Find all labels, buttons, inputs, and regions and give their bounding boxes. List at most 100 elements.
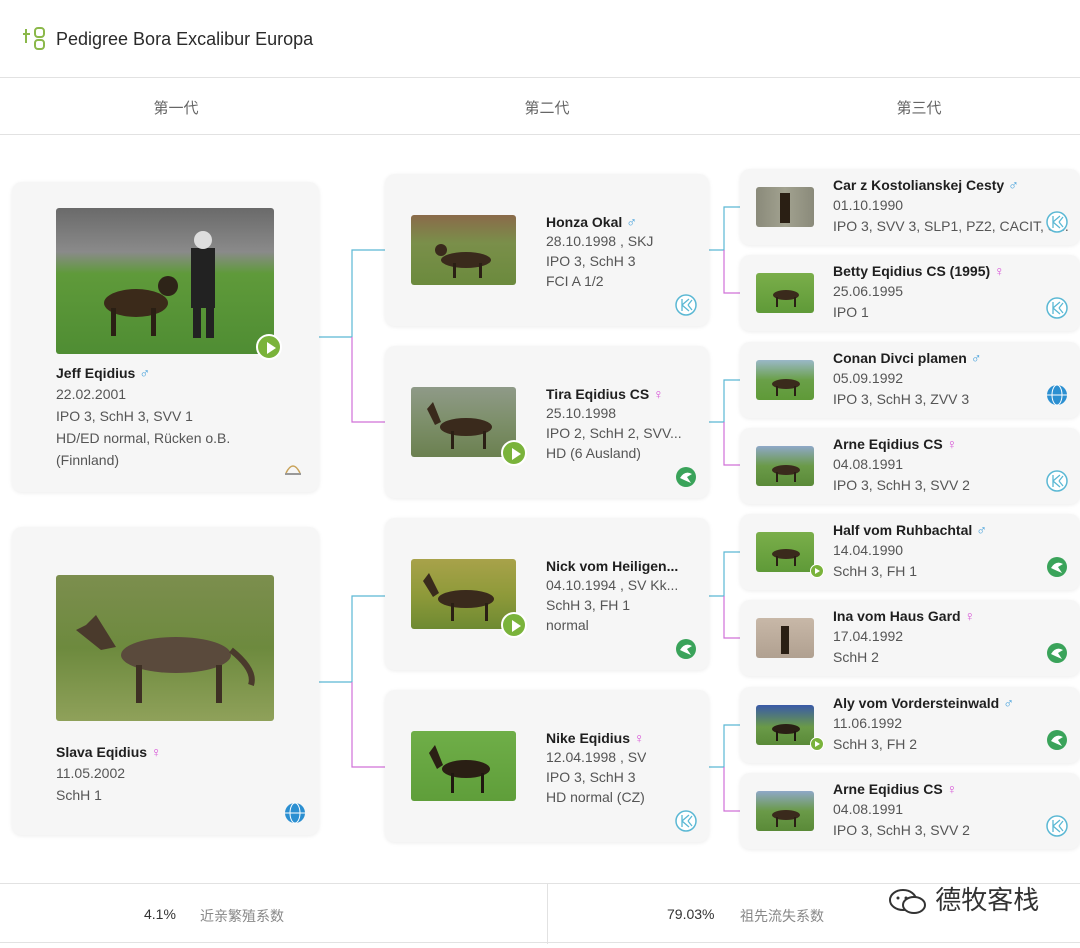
dog-name[interactable]: Nick vom Heiligen... bbox=[546, 558, 678, 574]
dog-name[interactable]: Honza Okal ♂ bbox=[546, 214, 653, 230]
dog-photo[interactable] bbox=[756, 618, 814, 658]
gen1-card-sire[interactable]: Jeff Eqidius ♂ 22.02.2001 IPO 3, SchH 3, … bbox=[12, 182, 319, 492]
dog-photo[interactable] bbox=[756, 791, 814, 831]
dog-birthdate: 25.06.1995 bbox=[833, 283, 904, 299]
female-icon: ♀ bbox=[653, 386, 664, 402]
dog-birthdate: 11.06.1992 bbox=[833, 715, 903, 731]
dog-birthdate: 05.09.1992 bbox=[833, 370, 904, 386]
dog-name[interactable]: Conan Divci plamen ♂ bbox=[833, 350, 1073, 366]
dog-titles: IPO 3, SVV 3, SLP1, PZ2, CACIT, S... bbox=[833, 218, 1069, 234]
dog-birthdate: 14.04.1990 bbox=[833, 542, 904, 558]
dog-titles: SchH 3, FH 1 bbox=[546, 597, 631, 613]
gen2-card-1[interactable]: Honza Okal ♂ 28.10.1998 , SKJ IPO 3, SchH… bbox=[385, 174, 709, 326]
gen3-card-3[interactable]: Conan Divci plamen ♂ 05.09.1992 IPO 3, Sc… bbox=[740, 342, 1080, 418]
play-video-icon[interactable] bbox=[810, 737, 824, 751]
globe-club-icon bbox=[1047, 384, 1067, 406]
gen3-card-1[interactable]: Car z Kostolianskej Cesty ♂ 01.10.1990 IP… bbox=[740, 169, 1080, 245]
male-icon: ♂ bbox=[970, 350, 982, 366]
dog-silhouette-icon bbox=[435, 244, 491, 278]
dog-photo[interactable] bbox=[411, 559, 516, 629]
dog-titles: SchH 1 bbox=[56, 787, 102, 803]
female-icon: ♀ bbox=[634, 730, 645, 746]
female-icon: ♀ bbox=[946, 781, 958, 797]
dog-silhouette-icon bbox=[772, 549, 800, 566]
dog-titles: SchH 2 bbox=[833, 649, 879, 665]
gen3-card-7[interactable]: Aly vom Vordersteinwald ♂ 11.06.1992 SchH… bbox=[740, 687, 1080, 763]
gen1-card-dam[interactable]: Slava Eqidius ♀ 11.05.2002 SchH 1 bbox=[12, 527, 319, 835]
dog-birthdate: 01.10.1990 bbox=[833, 197, 904, 213]
dog-health: HD/ED normal, Rücken o.B. bbox=[56, 430, 231, 446]
dog-name[interactable]: Ina vom Haus Gard ♀ bbox=[833, 608, 1073, 624]
dog-titles: IPO 3, SchH 3, SVV 2 bbox=[833, 822, 970, 838]
globe-club-icon bbox=[285, 802, 305, 824]
dog-photo[interactable] bbox=[756, 705, 814, 745]
play-video-icon[interactable] bbox=[810, 564, 824, 578]
dog-birthdate: 04.08.1991 bbox=[833, 456, 904, 472]
dog-health: FCI A 1/2 bbox=[546, 273, 604, 289]
dog-photo[interactable] bbox=[56, 575, 274, 721]
green-club-icon bbox=[1047, 557, 1067, 577]
dog-photo[interactable] bbox=[756, 446, 814, 486]
gen3-card-6[interactable]: Ina vom Haus Gard ♀ 17.04.1992 SchH 2 bbox=[740, 600, 1080, 676]
gen3-card-8[interactable]: Arne Eqidius CS ♀ 04.08.1991 IPO 3, SchH … bbox=[740, 773, 1080, 849]
dog-name[interactable]: Aly vom Vordersteinwald ♂ bbox=[833, 695, 1073, 711]
gen2-card-2[interactable]: Tira Eqidius CS ♀ 25.10.1998 IPO 2, SchH … bbox=[385, 346, 709, 498]
dog-titles: SchH 3, FH 2 bbox=[833, 736, 918, 752]
play-video-icon[interactable] bbox=[501, 612, 527, 638]
gen3-card-5[interactable]: Half vom Ruhbachtal ♂ 14.04.1990 SchH 3, … bbox=[740, 514, 1080, 590]
dog-silhouette-icon bbox=[772, 379, 800, 396]
kk-club-icon bbox=[1046, 297, 1068, 319]
dog-titles: SchH 3, FH 1 bbox=[833, 563, 918, 579]
inbreeding-label: 近亲繁殖系数 bbox=[200, 908, 284, 924]
dog-photo[interactable] bbox=[756, 187, 814, 227]
inbreeding-value: 4.1% bbox=[144, 906, 176, 922]
green-club-icon bbox=[1047, 730, 1067, 750]
dog-photo[interactable] bbox=[411, 215, 516, 285]
dog-birthdate: 28.10.1998 , SKJ bbox=[546, 233, 654, 249]
gen2-card-4[interactable]: Nike Eqidius ♀ 12.04.1998 , SV IPO 3, Sch… bbox=[385, 690, 709, 842]
dog-silhouette-icon bbox=[772, 465, 800, 482]
kk-club-icon bbox=[1046, 815, 1068, 837]
dog-photo[interactable] bbox=[756, 273, 814, 313]
dog-health: normal bbox=[546, 617, 589, 633]
dog-name[interactable]: Car z Kostolianskej Cesty ♂ bbox=[833, 177, 1073, 193]
dog-name[interactable]: Betty Eqidius CS (1995) ♀ bbox=[833, 263, 1073, 279]
play-video-icon[interactable] bbox=[501, 440, 527, 466]
dog-photo[interactable] bbox=[411, 731, 516, 801]
dog-silhouette-icon bbox=[773, 290, 799, 307]
dog-name[interactable]: Nike Eqidius ♀ bbox=[546, 730, 646, 746]
dog-name[interactable]: Arne Eqidius CS ♀ bbox=[833, 781, 1073, 797]
dog-silhouette-icon bbox=[104, 231, 215, 338]
kk-club-icon bbox=[675, 294, 697, 316]
dog-titles: IPO 3, SchH 3, SVV 2 bbox=[833, 477, 970, 493]
play-video-icon[interactable] bbox=[256, 334, 282, 360]
ancestor-loss-label: 祖先流失系数 bbox=[740, 908, 824, 924]
dog-photo[interactable] bbox=[411, 387, 516, 457]
gen3-card-2[interactable]: Betty Eqidius CS (1995) ♀ 25.06.1995 IPO … bbox=[740, 255, 1080, 331]
dog-titles: IPO 2, SchH 2, SVV... bbox=[546, 425, 682, 441]
dog-birthdate: 25.10.1998 bbox=[546, 405, 617, 421]
dog-name[interactable]: Tira Eqidius CS ♀ bbox=[546, 386, 682, 402]
male-icon: ♂ bbox=[1003, 695, 1014, 711]
kk-club-icon bbox=[1046, 211, 1068, 233]
gen2-card-3[interactable]: Nick vom Heiligen... 04.10.1994 , SV Kk.… bbox=[385, 518, 709, 670]
dog-birthdate: 17.04.1992 bbox=[833, 628, 904, 644]
dog-birthdate: 11.05.2002 bbox=[56, 765, 126, 781]
dog-birthdate: 12.04.1998 , SV bbox=[546, 749, 647, 765]
dog-photo[interactable] bbox=[756, 532, 814, 572]
dog-name[interactable]: Arne Eqidius CS ♀ bbox=[833, 436, 1073, 452]
dog-photo[interactable] bbox=[756, 360, 814, 400]
dog-photo[interactable] bbox=[56, 208, 274, 354]
dog-titles: IPO 3, SchH 3, SVV 1 bbox=[56, 408, 193, 424]
female-icon: ♀ bbox=[964, 608, 976, 624]
watermark-text: 德牧客栈 bbox=[935, 885, 1040, 915]
dog-health: HD (6 Ausland) bbox=[546, 445, 641, 461]
dog-name[interactable]: Jeff Eqidius ♂ bbox=[56, 365, 230, 381]
dog-name[interactable]: Slava Eqidius ♀ bbox=[56, 744, 162, 760]
male-icon: ♂ bbox=[626, 214, 637, 230]
dog-name[interactable]: Half vom Ruhbachtal ♂ bbox=[833, 522, 1073, 538]
dog-titles: IPO 3, SchH 3, ZVV 3 bbox=[833, 391, 970, 407]
green-club-icon bbox=[676, 639, 696, 659]
dog-titles: IPO 3, SchH 3 bbox=[546, 769, 636, 785]
gen3-card-4[interactable]: Arne Eqidius CS ♀ 04.08.1991 IPO 3, SchH … bbox=[740, 428, 1080, 504]
